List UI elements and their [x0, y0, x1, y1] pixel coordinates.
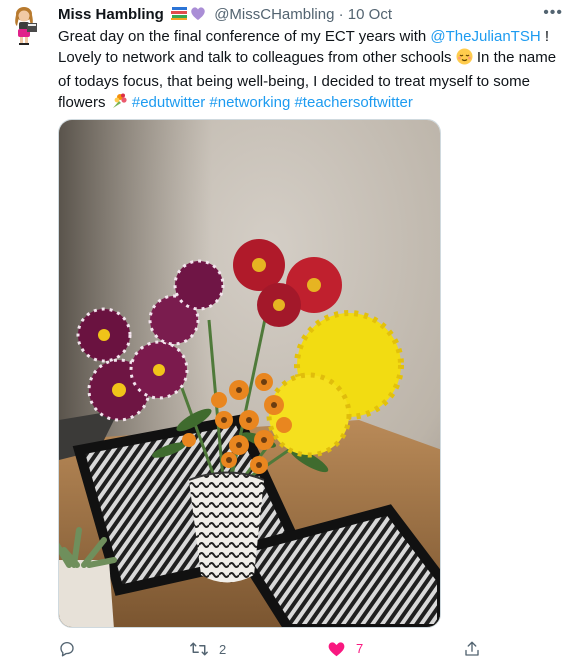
share-button[interactable]	[463, 640, 481, 658]
tweet-photo[interactable]	[58, 119, 441, 628]
relieved-face-icon	[456, 48, 473, 71]
bouquet-icon	[110, 92, 128, 116]
tweet-date[interactable]: 10 Oct	[348, 6, 392, 23]
avatar[interactable]	[8, 6, 42, 46]
purple-heart-icon	[191, 7, 205, 20]
reply-icon	[60, 641, 74, 657]
more-options-icon[interactable]: •••	[543, 4, 563, 22]
action-bar: 2 7	[0, 640, 579, 666]
share-icon	[465, 641, 479, 656]
mention-link[interactable]: @TheJulianTSH	[430, 28, 540, 45]
retweet-button[interactable]: 2	[189, 640, 226, 658]
tweet-header: Miss Hambling @MissCHambling · 10 Oct	[58, 5, 392, 27]
heart-filled-icon	[328, 642, 345, 657]
author-name[interactable]: Miss Hambling	[58, 6, 164, 23]
retweet-icon	[190, 642, 208, 656]
separator-dot: ·	[338, 6, 344, 23]
tweet-text: Great day on the final conference of my …	[58, 26, 568, 116]
hashtag-networking[interactable]: #networking	[209, 94, 290, 111]
retweet-count: 2	[219, 641, 227, 657]
like-button[interactable]: 7	[327, 640, 363, 657]
like-count: 7	[356, 641, 364, 656]
text-part-1: Great day on the final conference of my …	[58, 28, 431, 45]
author-handle[interactable]: @MissCHambling	[214, 6, 334, 23]
books-icon	[171, 7, 205, 20]
hashtag-teachersoftwitter[interactable]: #teachersoftwitter	[294, 94, 412, 111]
reply-button[interactable]	[58, 640, 76, 658]
name-emojis	[171, 5, 207, 27]
hashtag-edutwitter[interactable]: #edutwitter	[132, 94, 205, 111]
